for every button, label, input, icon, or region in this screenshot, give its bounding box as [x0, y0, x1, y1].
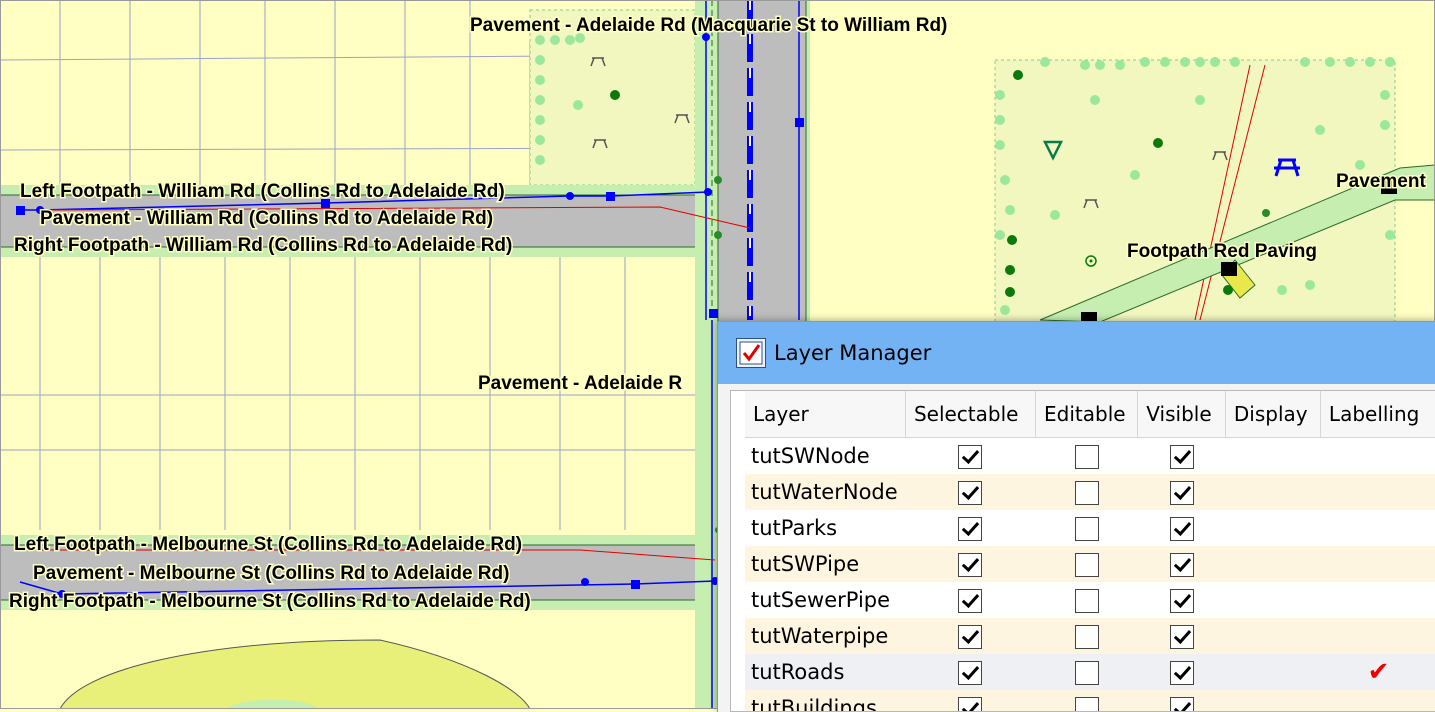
column-header-labelling[interactable]: Labelling	[1320, 391, 1435, 438]
labelling-cell[interactable]	[1320, 474, 1435, 510]
editable-checkbox[interactable]	[1075, 697, 1099, 712]
toilet-icon	[1221, 262, 1237, 276]
display-cell[interactable]	[1225, 474, 1320, 510]
layer-name: tutSWNode	[745, 438, 905, 475]
visible-checkbox[interactable]	[1170, 445, 1194, 469]
labelling-check-icon: ✔	[1368, 657, 1390, 687]
labelling-cell[interactable]	[1320, 546, 1435, 582]
layer-name: tutSWPipe	[745, 546, 905, 582]
display-cell[interactable]	[1225, 546, 1320, 582]
selectable-checkbox[interactable]	[958, 517, 982, 541]
layer-name: tutParks	[745, 510, 905, 546]
display-cell[interactable]	[1225, 618, 1320, 654]
layer-grid[interactable]: LayerSelectableEditableVisibleDisplayLab…	[730, 390, 1435, 712]
layer-row-tutSWNode[interactable]: tutSWNode	[745, 438, 1435, 475]
layer-row-tutWaterNode[interactable]: tutWaterNode	[745, 474, 1435, 510]
selectable-checkbox[interactable]	[958, 697, 982, 712]
layer-name: tutWaterpipe	[745, 618, 905, 654]
park-area-right	[995, 60, 1395, 325]
selectable-checkbox[interactable]	[958, 625, 982, 649]
display-cell[interactable]	[1225, 582, 1320, 618]
editable-checkbox[interactable]	[1075, 553, 1099, 577]
label-left-footpath-william: Left Footpath - William Rd (Collins Rd t…	[20, 181, 505, 202]
visible-checkbox[interactable]	[1170, 517, 1194, 541]
layer-row-tutSewerPipe[interactable]: tutSewerPipe	[745, 582, 1435, 618]
selectable-checkbox[interactable]	[958, 661, 982, 685]
selectable-checkbox[interactable]	[958, 553, 982, 577]
editable-checkbox[interactable]	[1075, 661, 1099, 685]
column-header-layer[interactable]: Layer	[745, 391, 905, 438]
label-pavement-william: Pavement - William Rd (Collins Rd to Ade…	[40, 208, 493, 229]
labelling-cell[interactable]	[1320, 438, 1435, 475]
labelling-cell[interactable]	[1320, 510, 1435, 546]
layer-manager-window[interactable]: Layer Manager LayerSelectableEditableVis…	[717, 321, 1435, 712]
editable-checkbox[interactable]	[1075, 481, 1099, 505]
layer-name: tutSewerPipe	[745, 582, 905, 618]
layer-row-tutRoads[interactable]: tutRoads ✔	[745, 654, 1435, 690]
visible-checkbox[interactable]	[1170, 589, 1194, 613]
layer-name: tutWaterNode	[745, 474, 905, 510]
column-header-visible[interactable]: Visible	[1138, 391, 1226, 438]
visible-checkbox[interactable]	[1170, 697, 1194, 712]
selectable-checkbox[interactable]	[958, 445, 982, 469]
column-header-display[interactable]: Display	[1225, 391, 1320, 438]
label-pavement-adelaide-top: Pavement - Adelaide Rd (Macquarie St to …	[470, 15, 947, 36]
column-header-row: LayerSelectableEditableVisibleDisplayLab…	[745, 391, 1435, 438]
checkbox-app-icon	[736, 338, 766, 368]
display-cell[interactable]	[1225, 510, 1320, 546]
editable-checkbox[interactable]	[1075, 625, 1099, 649]
layer-manager-titlebar[interactable]: Layer Manager	[718, 322, 1435, 384]
column-header-selectable[interactable]: Selectable	[905, 391, 1035, 438]
layer-row-tutParks[interactable]: tutParks	[745, 510, 1435, 546]
visible-checkbox[interactable]	[1170, 661, 1194, 685]
labelling-cell[interactable]: ✔	[1320, 654, 1435, 690]
visible-checkbox[interactable]	[1170, 625, 1194, 649]
selectable-checkbox[interactable]	[958, 589, 982, 613]
label-pavement-right-cut: Pavement	[1336, 171, 1426, 192]
editable-checkbox[interactable]	[1075, 517, 1099, 541]
layer-row-tutSWPipe[interactable]: tutSWPipe	[745, 546, 1435, 582]
labelling-cell[interactable]	[1320, 582, 1435, 618]
label-pavement-adelaide-mid: Pavement - Adelaide R	[478, 373, 682, 394]
layer-name: tutRoads	[745, 654, 905, 690]
label-right-footpath-melbourne: Right Footpath - Melbourne St (Collins R…	[9, 591, 531, 612]
labelling-cell[interactable]	[1320, 618, 1435, 654]
display-cell[interactable]	[1225, 654, 1320, 690]
visible-checkbox[interactable]	[1170, 553, 1194, 577]
label-right-footpath-william: Right Footpath - William Rd (Collins Rd …	[14, 235, 512, 256]
label-footpath-red-paving: Footpath Red Paving	[1127, 241, 1317, 262]
editable-checkbox[interactable]	[1075, 589, 1099, 613]
editable-checkbox[interactable]	[1075, 445, 1099, 469]
label-pavement-melbourne: Pavement - Melbourne St (Collins Rd to A…	[33, 563, 509, 584]
window-title: Layer Manager	[774, 341, 931, 365]
display-cell[interactable]	[1225, 438, 1320, 475]
selectable-checkbox[interactable]	[958, 481, 982, 505]
layer-row-tutWaterpipe[interactable]: tutWaterpipe	[745, 618, 1435, 654]
label-left-footpath-melbourne: Left Footpath - Melbourne St (Collins Rd…	[14, 534, 522, 555]
visible-checkbox[interactable]	[1170, 481, 1194, 505]
column-header-editable[interactable]: Editable	[1036, 391, 1138, 438]
